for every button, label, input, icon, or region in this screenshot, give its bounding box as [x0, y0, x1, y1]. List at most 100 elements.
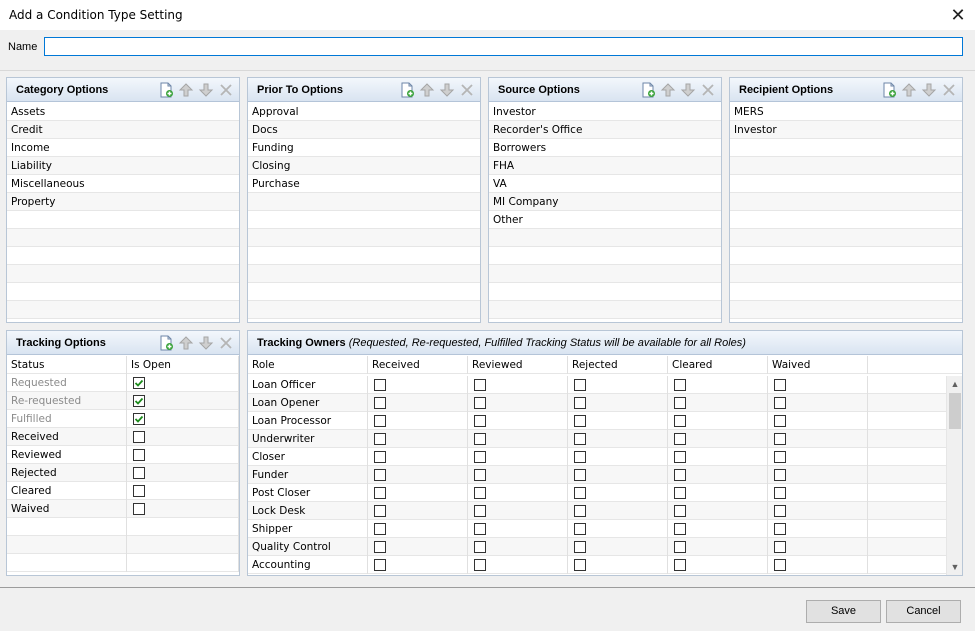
list-item[interactable]: MI Company: [489, 193, 721, 211]
save-button[interactable]: Save: [806, 600, 881, 623]
cancel-button[interactable]: Cancel: [886, 600, 961, 623]
move-down-icon[interactable]: [439, 82, 455, 98]
is-open-checkbox[interactable]: [133, 413, 145, 425]
owner-checkbox[interactable]: [774, 559, 786, 571]
owner-checkbox[interactable]: [374, 379, 386, 391]
move-up-icon[interactable]: [660, 82, 676, 98]
owner-checkbox[interactable]: [674, 487, 686, 499]
list-item[interactable]: Recorder's Office: [489, 121, 721, 139]
owner-checkbox[interactable]: [674, 379, 686, 391]
owner-checkbox[interactable]: [474, 397, 486, 409]
owner-checkbox[interactable]: [574, 523, 586, 535]
is-open-checkbox[interactable]: [133, 503, 145, 515]
list-item[interactable]: Income: [7, 139, 239, 157]
is-open-checkbox[interactable]: [133, 485, 145, 497]
add-icon[interactable]: [881, 82, 897, 98]
owner-checkbox[interactable]: [474, 505, 486, 517]
owner-checkbox[interactable]: [674, 505, 686, 517]
list-item[interactable]: Funding: [248, 139, 480, 157]
add-icon[interactable]: [640, 82, 656, 98]
move-down-icon[interactable]: [680, 82, 696, 98]
owner-checkbox[interactable]: [374, 451, 386, 463]
owner-checkbox[interactable]: [574, 451, 586, 463]
is-open-checkbox[interactable]: [133, 449, 145, 461]
owner-checkbox[interactable]: [774, 433, 786, 445]
owner-checkbox[interactable]: [474, 487, 486, 499]
owner-checkbox[interactable]: [574, 487, 586, 499]
vertical-scrollbar[interactable]: ▲ ▼: [946, 376, 962, 575]
list-item[interactable]: Docs: [248, 121, 480, 139]
delete-icon[interactable]: [218, 82, 234, 98]
owner-checkbox[interactable]: [674, 415, 686, 427]
owner-checkbox[interactable]: [774, 379, 786, 391]
add-icon[interactable]: [399, 82, 415, 98]
list-item[interactable]: Other: [489, 211, 721, 229]
list-item[interactable]: Assets: [7, 103, 239, 121]
move-down-icon[interactable]: [198, 82, 214, 98]
move-up-icon[interactable]: [178, 82, 194, 98]
owner-checkbox[interactable]: [774, 523, 786, 535]
list-item[interactable]: Property: [7, 193, 239, 211]
list-item[interactable]: Purchase: [248, 175, 480, 193]
is-open-checkbox[interactable]: [133, 431, 145, 443]
owner-checkbox[interactable]: [474, 451, 486, 463]
owner-checkbox[interactable]: [374, 559, 386, 571]
list-item[interactable]: Investor: [489, 103, 721, 121]
owner-checkbox[interactable]: [774, 505, 786, 517]
owner-checkbox[interactable]: [774, 487, 786, 499]
owner-checkbox[interactable]: [574, 415, 586, 427]
owner-checkbox[interactable]: [674, 559, 686, 571]
list-item[interactable]: Closing: [248, 157, 480, 175]
scroll-down-icon[interactable]: ▼: [947, 559, 963, 575]
owner-checkbox[interactable]: [774, 415, 786, 427]
owner-checkbox[interactable]: [374, 505, 386, 517]
list-item[interactable]: Credit: [7, 121, 239, 139]
list-item[interactable]: Liability: [7, 157, 239, 175]
owner-checkbox[interactable]: [574, 505, 586, 517]
owner-checkbox[interactable]: [574, 559, 586, 571]
owner-checkbox[interactable]: [474, 523, 486, 535]
owner-checkbox[interactable]: [574, 397, 586, 409]
owner-checkbox[interactable]: [674, 541, 686, 553]
owner-checkbox[interactable]: [474, 433, 486, 445]
owner-checkbox[interactable]: [674, 469, 686, 481]
owner-checkbox[interactable]: [374, 433, 386, 445]
name-input[interactable]: [44, 37, 963, 56]
delete-icon[interactable]: [700, 82, 716, 98]
scroll-up-icon[interactable]: ▲: [947, 376, 963, 392]
owner-checkbox[interactable]: [674, 433, 686, 445]
add-icon[interactable]: [158, 82, 174, 98]
owner-checkbox[interactable]: [674, 523, 686, 535]
scroll-thumb[interactable]: [949, 393, 961, 429]
is-open-checkbox[interactable]: [133, 377, 145, 389]
owner-checkbox[interactable]: [774, 397, 786, 409]
move-down-icon[interactable]: [198, 335, 214, 351]
owner-checkbox[interactable]: [774, 469, 786, 481]
delete-icon[interactable]: [459, 82, 475, 98]
owner-checkbox[interactable]: [474, 415, 486, 427]
owner-checkbox[interactable]: [374, 415, 386, 427]
list-item[interactable]: VA: [489, 175, 721, 193]
owner-checkbox[interactable]: [774, 541, 786, 553]
list-item[interactable]: FHA: [489, 157, 721, 175]
owner-checkbox[interactable]: [374, 469, 386, 481]
list-item[interactable]: Miscellaneous: [7, 175, 239, 193]
owner-checkbox[interactable]: [374, 397, 386, 409]
owner-checkbox[interactable]: [474, 379, 486, 391]
owner-checkbox[interactable]: [574, 379, 586, 391]
list-item[interactable]: Approval: [248, 103, 480, 121]
add-icon[interactable]: [158, 335, 174, 351]
is-open-checkbox[interactable]: [133, 395, 145, 407]
list-item[interactable]: MERS: [730, 103, 962, 121]
owner-checkbox[interactable]: [474, 559, 486, 571]
delete-icon[interactable]: [941, 82, 957, 98]
owner-checkbox[interactable]: [574, 469, 586, 481]
list-item[interactable]: Investor: [730, 121, 962, 139]
move-down-icon[interactable]: [921, 82, 937, 98]
owner-checkbox[interactable]: [474, 469, 486, 481]
owner-checkbox[interactable]: [674, 397, 686, 409]
move-up-icon[interactable]: [901, 82, 917, 98]
owner-checkbox[interactable]: [574, 433, 586, 445]
owner-checkbox[interactable]: [474, 541, 486, 553]
move-up-icon[interactable]: [419, 82, 435, 98]
